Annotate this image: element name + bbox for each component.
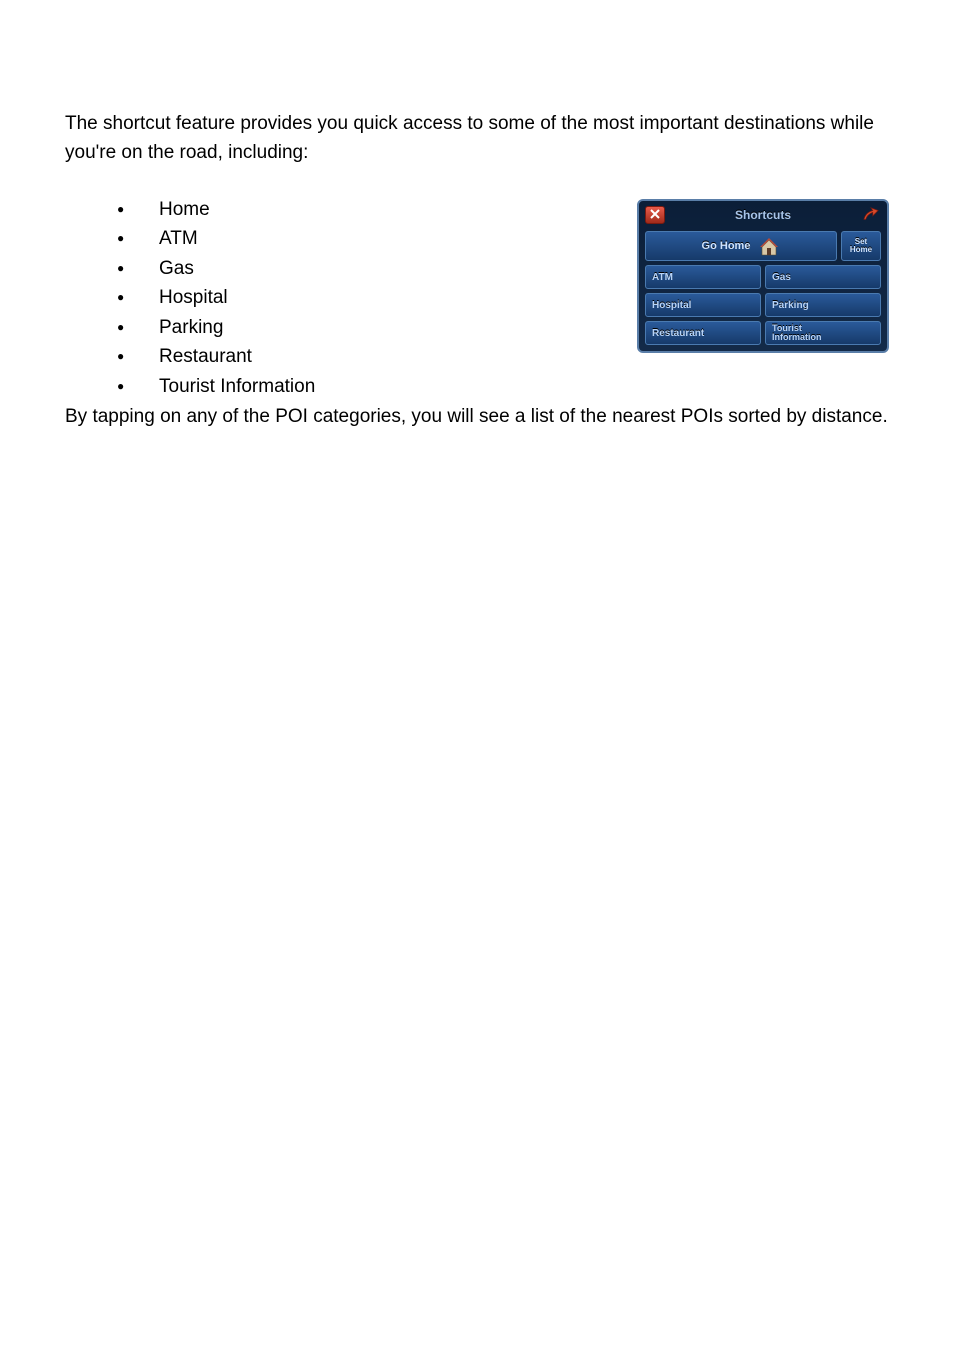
atm-button[interactable]: ATM — [645, 265, 761, 289]
home-icon — [758, 235, 780, 257]
list-item: Restaurant — [117, 342, 607, 371]
intro-paragraph: The shortcut feature provides you quick … — [65, 110, 889, 167]
parking-label: Parking — [772, 300, 809, 311]
tourist-label-2: Information — [772, 333, 822, 342]
set-home-label-2: Home — [850, 246, 872, 254]
gas-label: Gas — [772, 272, 791, 283]
shortcuts-screenshot: Shortcuts Go Home — [637, 199, 889, 353]
list-item: ATM — [117, 224, 607, 253]
go-home-button[interactable]: Go Home — [645, 231, 837, 261]
go-home-label: Go Home — [702, 240, 751, 252]
gas-button[interactable]: Gas — [765, 265, 881, 289]
restaurant-button[interactable]: Restaurant — [645, 321, 761, 345]
list-item: Hospital — [117, 283, 607, 312]
bullet-list: Home ATM Gas Hospital Parking Restaurant… — [65, 195, 607, 401]
hospital-button[interactable]: Hospital — [645, 293, 761, 317]
list-item: Tourist Information — [117, 372, 607, 401]
outro-paragraph: By tapping on any of the POI categories,… — [65, 403, 889, 432]
restaurant-label: Restaurant — [652, 328, 704, 339]
atm-label: ATM — [652, 272, 673, 283]
hospital-label: Hospital — [652, 300, 691, 311]
list-item: Home — [117, 195, 607, 224]
list-item: Parking — [117, 313, 607, 342]
close-icon — [650, 206, 660, 224]
set-home-button[interactable]: Set Home — [841, 231, 881, 261]
parking-button[interactable]: Parking — [765, 293, 881, 317]
nav-arrow-icon[interactable] — [861, 206, 881, 224]
tourist-info-button[interactable]: Tourist Information — [765, 321, 881, 345]
close-button[interactable] — [645, 206, 665, 224]
widget-title: Shortcuts — [735, 208, 791, 222]
list-item: Gas — [117, 254, 607, 283]
